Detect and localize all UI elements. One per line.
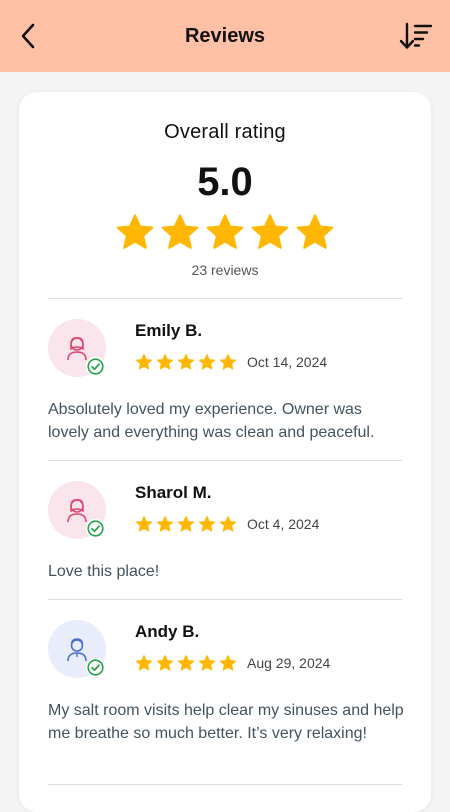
reviewer-name: Andy B. xyxy=(135,622,200,641)
man-icon xyxy=(67,638,87,662)
star-icon xyxy=(198,354,216,370)
review-meta: Aug 29, 2024 xyxy=(135,654,330,672)
check-circle-icon xyxy=(87,358,104,375)
star-icon xyxy=(198,516,216,532)
check-circle-icon xyxy=(87,659,104,676)
review-stars xyxy=(135,654,237,672)
star-icon xyxy=(177,516,195,532)
overall-rating-label: Overall rating xyxy=(164,121,286,143)
star-icon xyxy=(177,354,195,370)
page-title: Reviews xyxy=(184,24,266,47)
overall-stars xyxy=(19,212,431,252)
verified-badge xyxy=(86,658,105,677)
star-icon xyxy=(251,214,289,249)
review-item: Emily B. Oct 14, 2024 Absolutely loved m… xyxy=(19,299,431,460)
review-text: My salt room visits help clear my sinuse… xyxy=(48,702,404,742)
overall-score: 5.0 xyxy=(197,160,253,204)
verified-badge xyxy=(86,519,105,538)
review-item: Andy B. Aug 29, 2024 My salt room visits… xyxy=(19,600,431,784)
star-icon xyxy=(219,354,237,370)
review-count: 23 reviews xyxy=(191,262,259,278)
star-icon xyxy=(135,354,153,370)
verified-badge xyxy=(86,357,105,376)
review-stars xyxy=(135,515,237,533)
star-icon xyxy=(156,655,174,671)
review-item: Sharol M. Oct 4, 2024 Love this place! xyxy=(19,461,431,599)
star-icon xyxy=(206,214,244,249)
star-icon xyxy=(135,655,153,671)
star-icon xyxy=(161,214,199,249)
star-icon xyxy=(156,354,174,370)
review-date: Aug 29, 2024 xyxy=(247,655,331,671)
woman-icon xyxy=(67,337,87,361)
star-icon xyxy=(177,655,195,671)
review-text: Absolutely loved my experience. Owner wa… xyxy=(48,401,375,441)
sort-descending-icon xyxy=(399,22,433,49)
review-date: Oct 4, 2024 xyxy=(247,516,320,532)
chevron-left-icon xyxy=(21,23,35,49)
sort-button[interactable] xyxy=(398,20,434,52)
review-meta: Oct 4, 2024 xyxy=(135,515,319,533)
star-icon xyxy=(296,214,334,249)
review-meta: Oct 14, 2024 xyxy=(135,353,327,371)
check-circle-icon xyxy=(87,520,104,537)
reviewer-name: Sharol M. xyxy=(135,483,212,502)
woman-icon xyxy=(67,499,87,523)
star-icon xyxy=(156,516,174,532)
rating-summary: Overall rating 5.0 23 reviews xyxy=(19,92,431,278)
reviews-card: Overall rating 5.0 23 reviews Emily B. O… xyxy=(19,92,431,812)
star-icon xyxy=(116,214,154,249)
back-button[interactable] xyxy=(14,20,42,52)
review-date: Oct 14, 2024 xyxy=(247,354,328,370)
star-icon xyxy=(135,516,153,532)
review-stars xyxy=(135,353,237,371)
star-icon xyxy=(219,655,237,671)
app-header: Reviews xyxy=(0,0,450,72)
star-icon xyxy=(198,655,216,671)
reviewer-name: Emily B. xyxy=(135,321,203,340)
star-icon xyxy=(219,516,237,532)
divider xyxy=(48,784,402,785)
review-text: Love this place! xyxy=(48,563,160,580)
